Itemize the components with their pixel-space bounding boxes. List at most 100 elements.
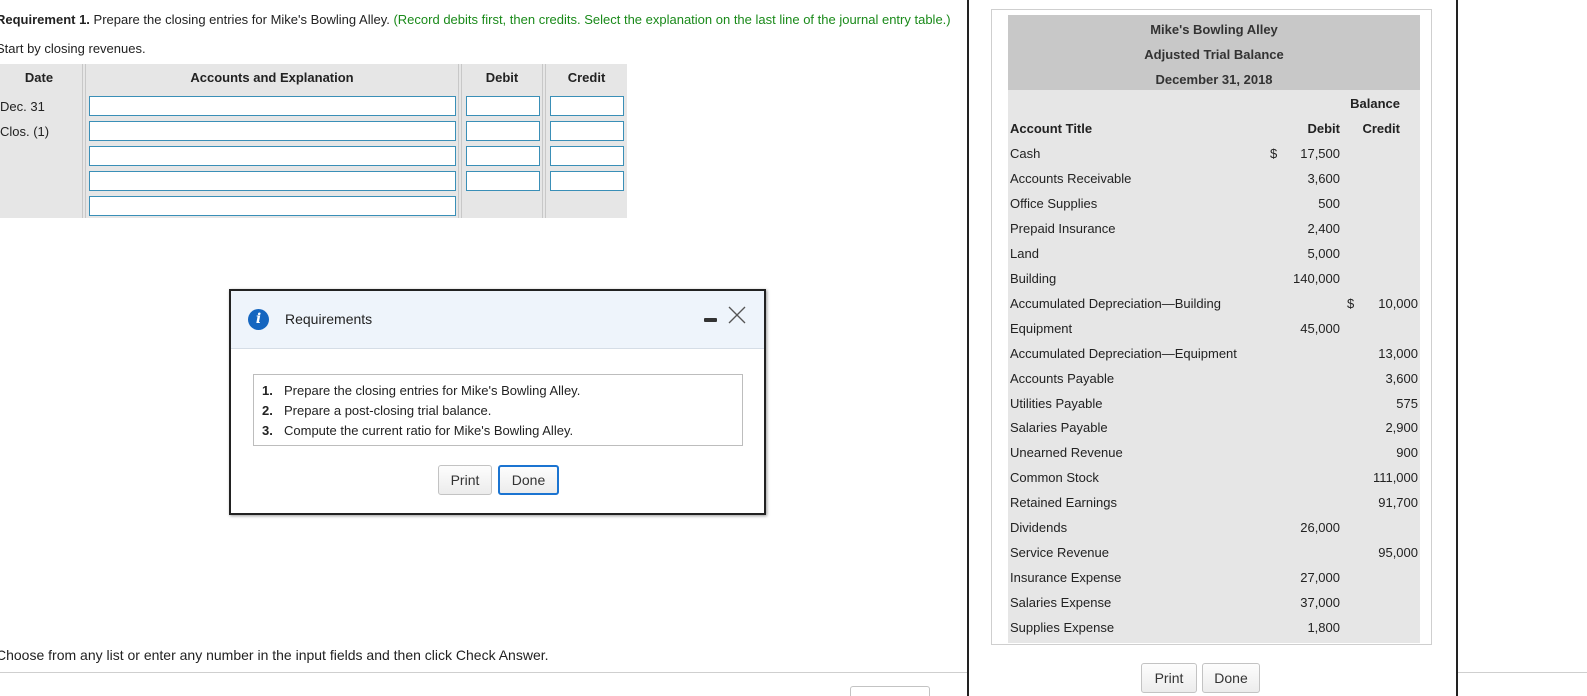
- trial-balance-body: Balance Account Title Debit Credit Cash $…: [1008, 90, 1420, 643]
- statement-date: December 31, 2018: [1155, 72, 1273, 87]
- credit-input[interactable]: [550, 96, 624, 116]
- minimize-icon[interactable]: [704, 318, 717, 322]
- debit-header: Debit: [485, 70, 519, 85]
- trial-balance-row: Retained Earnings 91,700: [1008, 491, 1420, 516]
- account-input[interactable]: [89, 171, 456, 191]
- trial-balance-row: Dividends 26,000: [1008, 516, 1420, 541]
- requirement-text: Prepare the closing entries for Mike's B…: [89, 12, 394, 27]
- done-button[interactable]: Done: [498, 465, 559, 495]
- entry-date: Dec. 31: [0, 99, 45, 114]
- column-divider: [542, 64, 546, 218]
- credit-dollar-sign: $: [1347, 295, 1355, 311]
- account-input[interactable]: [89, 121, 456, 141]
- account-name: Accumulated Depreciation—Equipment: [1010, 345, 1237, 361]
- credit-amount: 10,000: [1378, 295, 1418, 311]
- debit-amount: 140,000: [1293, 270, 1340, 286]
- requirements-list: 1. Prepare the closing entries for Mike's…: [253, 374, 743, 446]
- account-input[interactable]: [89, 96, 456, 116]
- debit-input[interactable]: [466, 146, 540, 166]
- balance-header-row: Balance: [1008, 92, 1420, 117]
- credit-amount: 91,700: [1378, 495, 1418, 511]
- partial-button[interactable]: [850, 686, 930, 696]
- trial-balance-row: Office Supplies 500: [1008, 192, 1420, 217]
- debit-input[interactable]: [466, 171, 540, 191]
- requirements-dialog: i Requirements 1. Prepare the closing ent…: [229, 289, 766, 515]
- requirement-note: (Record debits first, then credits. Sele…: [393, 12, 951, 27]
- credit-amount: 111,000: [1372, 470, 1418, 486]
- debit-input[interactable]: [466, 96, 540, 116]
- column-header-row: Account Title Debit Credit: [1008, 117, 1420, 142]
- account-name: Equipment: [1010, 320, 1073, 336]
- account-name: Prepaid Insurance: [1010, 220, 1116, 236]
- account-title-header: Account Title: [1010, 121, 1093, 136]
- credit-amount: 95,000: [1378, 545, 1418, 561]
- debit-amount: 500: [1318, 195, 1340, 211]
- trial-balance-row: Land 5,000: [1008, 242, 1420, 267]
- trial-balance-row: Accounts Payable 3,600: [1008, 367, 1420, 392]
- start-instruction: Start by closing revenues.: [0, 41, 146, 56]
- account-name: Salaries Expense: [1010, 595, 1112, 611]
- requirement-instruction: Requirement 1. Prepare the closing entri…: [0, 12, 951, 27]
- divider: [0, 672, 967, 673]
- dialog-title: Requirements: [285, 311, 373, 327]
- divider: [1458, 672, 1587, 673]
- credit-amount: 900: [1396, 445, 1418, 461]
- trial-balance-row: Unearned Revenue 900: [1008, 441, 1420, 466]
- requirement-label: Requirement 1.: [0, 12, 90, 27]
- debit-amount: 17,500: [1300, 146, 1340, 161]
- account-name: Land: [1010, 245, 1039, 261]
- account-name: Common Stock: [1010, 470, 1099, 486]
- requirement-item: 3. Compute the current ratio for Mike's B…: [262, 423, 574, 438]
- column-divider: [458, 64, 462, 218]
- account-name: Service Revenue: [1010, 545, 1109, 561]
- trial-balance-row: Accumulated Depreciation—Building $10,000: [1008, 292, 1420, 317]
- trial-balance-row: Insurance Expense 27,000: [1008, 566, 1420, 591]
- debit-header: Debit: [1307, 121, 1341, 136]
- explanation-input[interactable]: [89, 196, 456, 216]
- account-input[interactable]: [89, 146, 456, 166]
- trial-balance-row: Utilities Payable 575: [1008, 392, 1420, 417]
- account-name: Utilities Payable: [1010, 395, 1103, 411]
- date-header: Date: [24, 70, 54, 85]
- account-name: Accounts Receivable: [1010, 170, 1132, 186]
- account-name: Supplies Expense: [1010, 620, 1115, 636]
- credit-input[interactable]: [550, 146, 624, 166]
- debit-amount: 2,400: [1307, 220, 1340, 236]
- debit-amount: 37,000: [1300, 595, 1340, 611]
- account-name: Salaries Payable: [1010, 420, 1108, 436]
- trial-balance-row: Service Revenue 95,000: [1008, 541, 1420, 566]
- requirement-item: 2. Prepare a post-closing trial balance.: [262, 403, 492, 418]
- trial-balance-row: Cash $17,500: [1008, 142, 1420, 167]
- statement-title: Adjusted Trial Balance: [1144, 47, 1284, 62]
- trial-balance-row: Prepaid Insurance 2,400: [1008, 217, 1420, 242]
- entry-reference: Clos. (1): [0, 124, 50, 139]
- tb-done-button[interactable]: Done: [1202, 663, 1260, 693]
- account-name: Retained Earnings: [1010, 495, 1117, 511]
- trial-balance-row: Equipment 45,000: [1008, 317, 1420, 342]
- company-name: Mike's Bowling Alley: [1150, 22, 1278, 37]
- debit-input[interactable]: [466, 121, 540, 141]
- debit-dollar-sign: $: [1270, 146, 1278, 161]
- trial-balance-row: Accounts Receivable 3,600: [1008, 167, 1420, 192]
- credit-input[interactable]: [550, 121, 624, 141]
- accounts-header: Accounts and Explanation: [190, 70, 354, 85]
- dialog-header: i Requirements: [231, 291, 764, 349]
- journal-entry-table: Date Accounts and Explanation Debit Cred…: [0, 64, 627, 218]
- trial-balance-frame: Mike's Bowling Alley Adjusted Trial Bala…: [991, 9, 1432, 645]
- account-name: Dividends: [1010, 520, 1068, 536]
- credit-input[interactable]: [550, 171, 624, 191]
- credit-amount: 575: [1396, 395, 1418, 411]
- balance-label: Balance: [1350, 96, 1400, 111]
- account-name: Unearned Revenue: [1010, 445, 1123, 461]
- trial-balance-row: Common Stock 111,000: [1008, 466, 1420, 491]
- debit-amount: 1,800: [1307, 620, 1340, 636]
- trial-balance-row: Accumulated Depreciation—Equipment 13,000: [1008, 342, 1420, 367]
- account-name: Building: [1010, 270, 1057, 286]
- print-button[interactable]: Print: [438, 465, 492, 495]
- tb-print-button[interactable]: Print: [1141, 663, 1197, 693]
- close-icon[interactable]: [727, 305, 747, 325]
- trial-balance-panel: Mike's Bowling Alley Adjusted Trial Bala…: [967, 0, 1458, 696]
- requirement-item: 1. Prepare the closing entries for Mike's…: [262, 383, 581, 398]
- info-icon: i: [248, 309, 269, 330]
- account-name: Office Supplies: [1010, 195, 1098, 211]
